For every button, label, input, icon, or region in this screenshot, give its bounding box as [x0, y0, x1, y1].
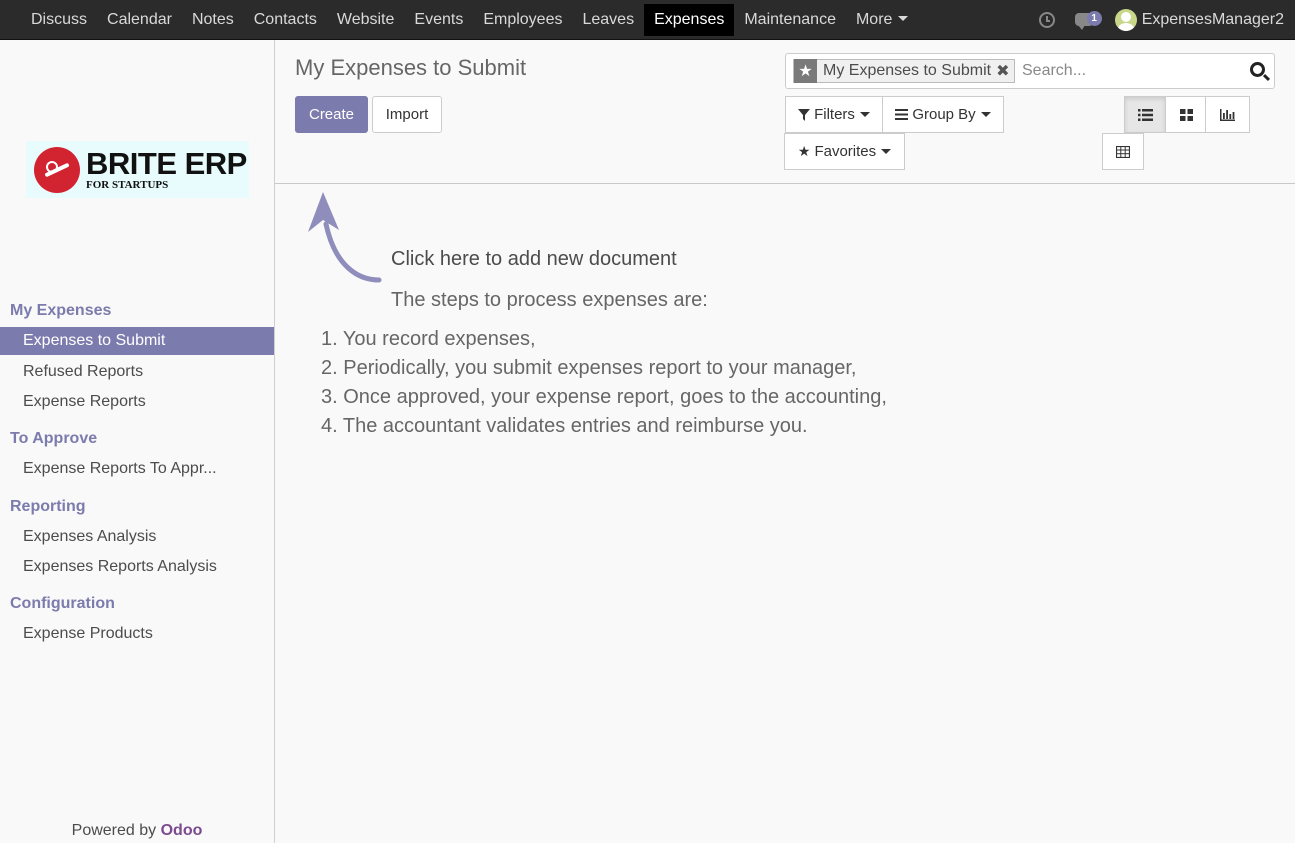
filters-label: Filters — [814, 106, 855, 123]
help-step: 1. You record expenses, — [321, 328, 536, 350]
bars-icon — [895, 109, 909, 120]
menu-events[interactable]: Events — [404, 4, 473, 36]
logo-sub-text: FOR STARTUPS — [86, 179, 169, 191]
menu-employees[interactable]: Employees — [473, 4, 572, 36]
remove-facet-icon[interactable]: ✖ — [996, 61, 1014, 81]
group-by-label: Group By — [912, 106, 976, 123]
sidebar-item-expense-products[interactable]: Expense Products — [0, 620, 274, 648]
section-reporting: Reporting — [10, 498, 86, 515]
list-view-button[interactable] — [1124, 96, 1166, 133]
sidebar-item-expense-reports[interactable]: Expense Reports — [0, 388, 274, 416]
logo-main-text: BRITE ERP — [86, 146, 247, 181]
facet-label: My Expenses to Submit — [823, 62, 992, 79]
app-menu: Discuss Calendar Notes Contacts Website … — [0, 0, 918, 39]
table-icon — [1116, 145, 1130, 158]
powered-by: Powered by Odoo — [0, 822, 274, 840]
help-subtitle: The steps to process expenses are: — [391, 289, 708, 311]
company-logo[interactable]: BRITE ERP FOR STARTUPS — [26, 141, 249, 198]
favorites-label: Favorites — [814, 143, 877, 160]
kanban-view-button[interactable] — [1165, 96, 1207, 133]
sidebar-item-expenses-to-submit[interactable]: Expenses to Submit — [0, 327, 274, 355]
control-panel: My Expenses to Submit Create Import ★ My… — [275, 40, 1295, 184]
help-step: 3. Once approved, your expense report, g… — [321, 386, 887, 408]
page-title: My Expenses to Submit — [295, 55, 527, 80]
user-menu-name[interactable]: ExpensesManager2 — [1142, 11, 1284, 29]
logo-emblem-icon — [34, 146, 80, 193]
powered-by-label: Powered by — [71, 822, 157, 839]
menu-website[interactable]: Website — [327, 4, 405, 36]
sidebar-item-refused-reports[interactable]: Refused Reports — [0, 358, 274, 386]
menu-notes[interactable]: Notes — [182, 4, 244, 36]
import-button[interactable]: Import — [372, 96, 442, 133]
group-by-dropdown[interactable]: Group By — [882, 96, 1004, 133]
favorites-dropdown[interactable]: ★ Favorites — [784, 133, 905, 170]
filters-dropdown[interactable]: Filters — [785, 96, 883, 133]
messaging-menu[interactable]: 1 — [1074, 10, 1105, 30]
help-title[interactable]: Click here to add new document — [391, 248, 677, 271]
sidebar-item-expenses-reports-analysis[interactable]: Expenses Reports Analysis — [0, 553, 274, 581]
menu-leaves[interactable]: Leaves — [572, 4, 644, 36]
menu-discuss[interactable]: Discuss — [21, 4, 97, 36]
menu-more[interactable]: More — [846, 4, 918, 36]
section-my-expenses: My Expenses — [10, 302, 112, 319]
sidebar-item-expenses-analysis[interactable]: Expenses Analysis — [0, 523, 274, 551]
search-icon[interactable] — [1250, 62, 1265, 77]
activity-clock-icon[interactable] — [1038, 11, 1055, 28]
graph-view-button[interactable] — [1205, 96, 1250, 133]
help-step: 2. Periodically, you submit expenses rep… — [321, 357, 857, 379]
list-icon — [1137, 108, 1153, 121]
pivot-view-button[interactable] — [1102, 133, 1144, 170]
systray: 1 ExpensesManager2 — [1038, 0, 1295, 39]
star-icon: ★ — [797, 143, 811, 159]
bar-chart-icon — [1220, 108, 1235, 121]
filter-icon — [798, 108, 811, 121]
chevron-down-icon — [980, 112, 991, 117]
star-icon: ★ — [794, 59, 817, 83]
help-steps-list: 1. You record expenses, 2. Periodically,… — [321, 325, 887, 441]
top-navbar: Discuss Calendar Notes Contacts Website … — [0, 0, 1295, 40]
kanban-grid-icon — [1179, 108, 1193, 121]
section-configuration: Configuration — [10, 595, 115, 612]
chevron-down-icon — [881, 149, 892, 154]
more-label: More — [855, 10, 893, 28]
user-avatar-icon[interactable] — [1114, 8, 1137, 31]
menu-maintenance[interactable]: Maintenance — [734, 4, 846, 36]
odoo-link[interactable]: Odoo — [161, 822, 203, 839]
help-step: 4. The accountant validates entries and … — [321, 415, 808, 437]
menu-expenses[interactable]: Expenses — [644, 3, 735, 36]
chevron-down-icon — [859, 112, 870, 117]
menu-contacts[interactable]: Contacts — [244, 4, 327, 36]
search-bar: ★ My Expenses to Submit ✖ — [785, 53, 1275, 89]
main-content: Click here to add new document The steps… — [275, 185, 1295, 843]
sidebar: BRITE ERP FOR STARTUPS My Expenses Expen… — [0, 40, 275, 843]
message-count-badge: 1 — [1086, 10, 1102, 26]
search-facet: ★ My Expenses to Submit ✖ — [793, 59, 1016, 83]
curved-arrow-icon — [308, 192, 382, 283]
sidebar-item-expense-reports-to-approve[interactable]: Expense Reports To Appr... — [0, 455, 274, 483]
menu-calendar[interactable]: Calendar — [97, 4, 182, 36]
create-button[interactable]: Create — [295, 96, 368, 133]
chevron-down-icon — [898, 15, 909, 21]
search-input[interactable] — [1020, 60, 1240, 82]
section-to-approve: To Approve — [10, 430, 98, 447]
